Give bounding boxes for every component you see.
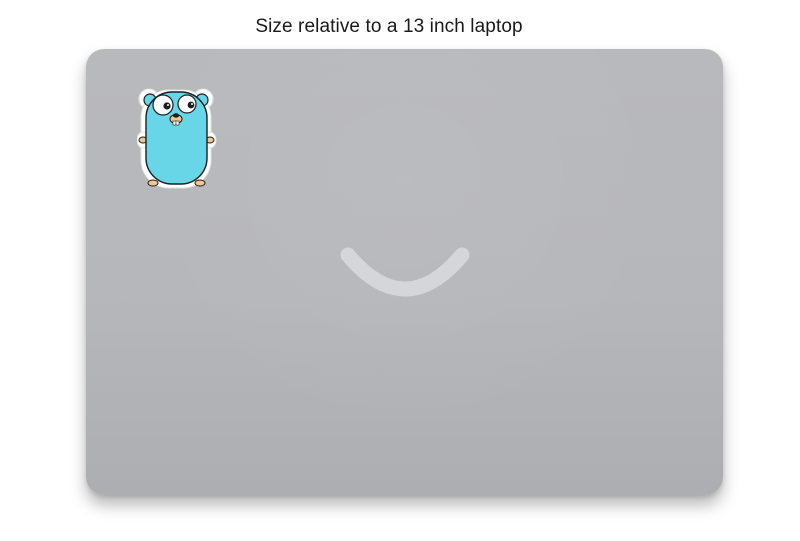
size-caption: Size relative to a 13 inch laptop bbox=[255, 16, 523, 37]
preview-stage: Size relative to a 13 inch laptop bbox=[0, 0, 800, 541]
go-gopher-icon[interactable] bbox=[137, 86, 217, 190]
smile-logo-icon bbox=[340, 247, 470, 297]
